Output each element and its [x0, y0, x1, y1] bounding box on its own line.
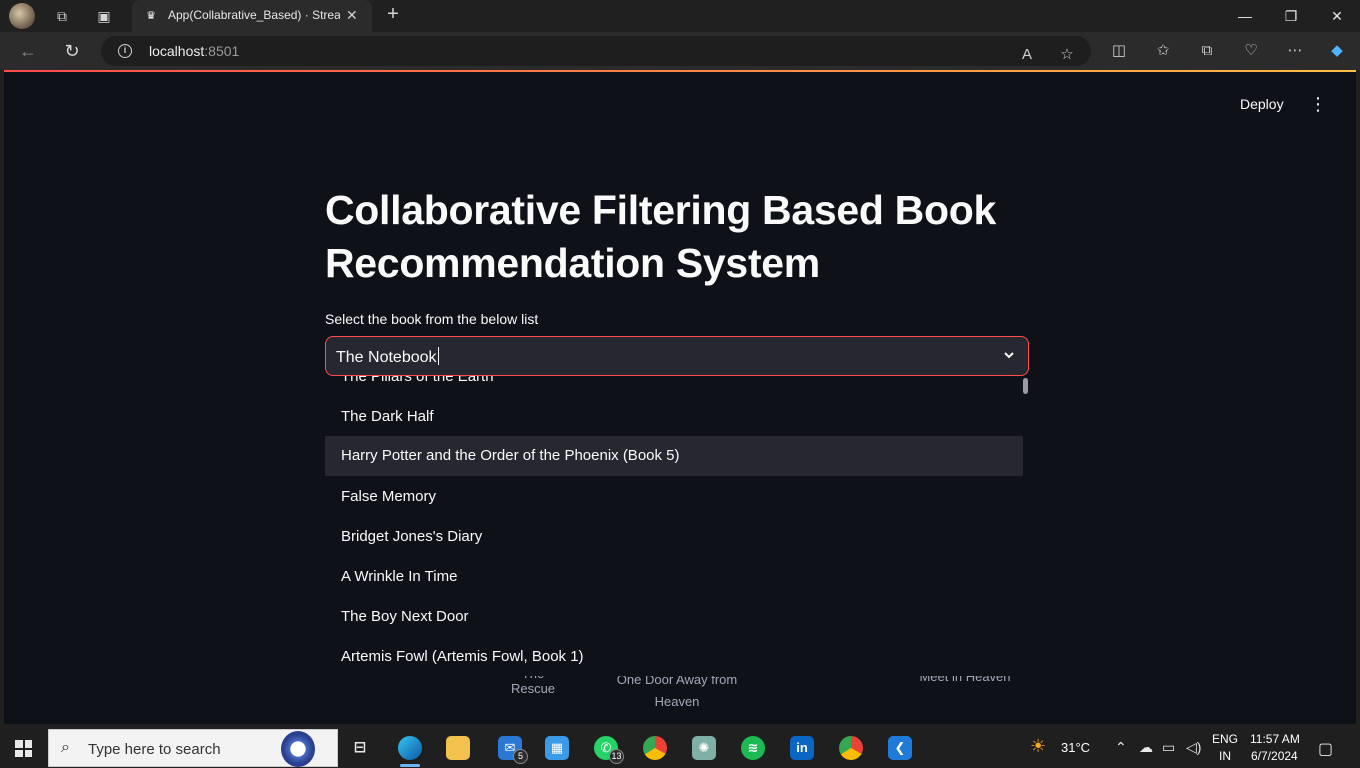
url-port: :8501 — [204, 43, 240, 59]
search-highlight-icon — [281, 731, 315, 767]
edge-taskbar-icon[interactable] — [390, 732, 430, 767]
store-icon[interactable]: ▦ — [537, 732, 577, 764]
tab-title: App(Collabrative_Based) · Streamlit — [168, 8, 340, 22]
task-view-icon[interactable]: ⊟ — [340, 732, 380, 764]
chrome-profile-icon[interactable] — [831, 732, 871, 764]
dropdown-option[interactable]: The Pillars of the Earth — [325, 376, 1023, 397]
search-icon: ⌕ — [61, 739, 70, 756]
favorites-icon[interactable]: ✩ — [1150, 40, 1176, 62]
notifications-icon[interactable]: ▢ — [1318, 739, 1333, 759]
chrome-icon[interactable] — [635, 732, 675, 764]
chatgpt-icon[interactable]: ✺ — [684, 732, 724, 764]
dropdown-option[interactable]: False Memory — [325, 477, 1023, 517]
temperature[interactable]: 31°C — [1061, 740, 1090, 755]
close-window-button[interactable]: ✕ — [1314, 4, 1360, 28]
volume-icon[interactable]: ◁) — [1186, 739, 1201, 756]
book-selectbox[interactable]: The Notebook — [325, 336, 1029, 376]
dropdown-option-highlighted[interactable]: Harry Potter and the Order of the Phoeni… — [325, 436, 1023, 476]
workspaces-icon[interactable]: ⧉ — [48, 4, 76, 28]
browser-essentials-icon[interactable]: ♡ — [1238, 40, 1264, 62]
main-menu-icon[interactable]: ⋮ — [1308, 94, 1328, 115]
browser-toolbar: ← ↻ i localhost:8501 A ☆ ◫ ✩ ⧉ ♡ ⋯ ◆ — [0, 32, 1360, 70]
new-tab-button[interactable]: + — [380, 3, 406, 26]
chevron-down-icon[interactable] — [1002, 348, 1016, 362]
dropdown-scrollbar[interactable] — [1023, 378, 1028, 394]
dropdown-option[interactable]: Artemis Fowl (Artemis Fowl, Book 1) — [325, 637, 1023, 676]
vscode-icon[interactable]: ❮ — [880, 732, 920, 764]
search-placeholder: Type here to search — [88, 741, 221, 758]
refresh-button[interactable]: ↻ — [58, 39, 86, 63]
copilot-icon[interactable]: ◆ — [1324, 40, 1350, 62]
clock-time[interactable]: 11:57 AM — [1250, 732, 1300, 746]
browser-tab-bar: ⧉ ▣ ♛ App(Collabrative_Based) · Streamli… — [0, 0, 1360, 32]
streamlit-favicon-icon: ♛ — [146, 10, 156, 22]
restore-button[interactable]: ❐ — [1268, 4, 1314, 28]
whatsapp-icon[interactable]: ✆ 13 — [586, 732, 626, 764]
url-text[interactable]: localhost:8501 — [149, 43, 239, 59]
windows-taskbar: ⌕ Type here to search ⊟ ✉ 5 ▦ ✆ 13 ✺ ≋ in … — [0, 728, 1360, 768]
text-caret — [437, 347, 439, 365]
language-line1[interactable]: ENG — [1212, 732, 1238, 746]
mail-icon[interactable]: ✉ 5 — [490, 732, 530, 764]
profile-avatar[interactable] — [9, 3, 35, 29]
book-dropdown-list[interactable]: The Pillars of the Earth The Dark Half H… — [325, 376, 1029, 676]
page-title: Collaborative Filtering Based Book Recom… — [325, 187, 996, 286]
tab-streamlit-app[interactable]: ♛ App(Collabrative_Based) · Streamlit ✕ — [132, 0, 372, 32]
close-tab-icon[interactable]: ✕ — [346, 7, 358, 24]
address-bar[interactable]: i localhost:8501 A ☆ — [101, 36, 1091, 66]
more-options-icon[interactable]: ⋯ — [1282, 40, 1308, 62]
dropdown-option[interactable]: A Wrinkle In Time — [325, 557, 1023, 597]
chevron-up-icon[interactable]: ⌃ — [1115, 739, 1127, 756]
tab-actions-icon[interactable]: ▣ — [90, 4, 118, 28]
back-button[interactable]: ← — [14, 39, 42, 63]
dropdown-option[interactable]: The Dark Half — [325, 397, 1023, 437]
onedrive-icon[interactable]: ☁ — [1139, 739, 1153, 756]
select-label: Select the book from the below list — [325, 311, 539, 327]
linkedin-icon[interactable]: in — [782, 732, 822, 764]
windows-start-icon[interactable] — [15, 740, 32, 757]
select-input[interactable]: The Notebook — [336, 347, 439, 367]
file-explorer-icon[interactable] — [438, 732, 478, 764]
dropdown-option[interactable]: The Boy Next Door — [325, 597, 1023, 637]
dropdown-option[interactable]: Bridget Jones's Diary — [325, 517, 1023, 557]
clock-date[interactable]: 6/7/2024 — [1251, 749, 1298, 763]
split-screen-icon[interactable]: ◫ — [1106, 40, 1132, 62]
taskbar-search[interactable]: ⌕ Type here to search — [48, 729, 338, 767]
whatsapp-badge: 13 — [609, 749, 624, 764]
url-host: localhost — [149, 43, 205, 59]
language-line2[interactable]: IN — [1219, 749, 1231, 763]
collections-icon[interactable]: ⧉ — [1194, 40, 1220, 62]
site-info-icon[interactable]: i — [118, 44, 132, 58]
spotify-icon[interactable]: ≋ — [733, 732, 773, 764]
streamlit-app: Deploy ⋮ Collaborative Filtering Based B… — [4, 72, 1356, 724]
select-value: The Notebook — [336, 349, 437, 366]
battery-icon[interactable]: ▭ — [1162, 739, 1175, 756]
read-aloud-icon[interactable]: A — [1014, 44, 1040, 66]
mail-badge: 5 — [513, 749, 528, 764]
favorite-star-icon[interactable]: ☆ — [1054, 44, 1080, 66]
deploy-button[interactable]: Deploy — [1240, 96, 1284, 112]
minimize-button[interactable]: — — [1222, 4, 1268, 28]
weather-icon[interactable]: ☀ — [1030, 736, 1046, 757]
